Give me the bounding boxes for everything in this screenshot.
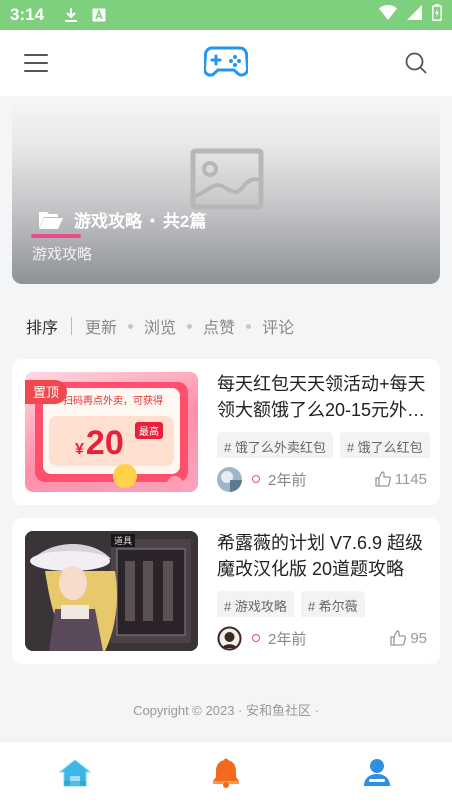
like-button[interactable]: 95 xyxy=(390,630,427,647)
bell-icon[interactable] xyxy=(196,748,256,798)
sort-bar: 排序 更新 浏览 点赞 评论 xyxy=(26,314,294,338)
download-icon xyxy=(64,7,78,23)
post-meta: 2年前 1145 xyxy=(217,466,427,492)
category-separator: • xyxy=(150,211,155,228)
a-text-icon xyxy=(92,8,106,22)
post-card: 道具 希露薇的计划 V7.6.9 超级魔改汉化版 20道题攻略 # 游戏攻略 # … xyxy=(12,518,440,664)
category-banner: 游戏攻略 • 共2篇 游戏攻略 xyxy=(12,96,440,284)
category-description: 游戏攻略 xyxy=(32,246,93,263)
post-tag[interactable]: # 饿了么红包 xyxy=(339,432,430,458)
image-placeholder-icon xyxy=(190,148,264,215)
status-time: 3:14 xyxy=(10,5,45,24)
signal-icon xyxy=(407,5,422,25)
category-underline xyxy=(31,234,81,238)
sort-option-likes[interactable]: 点赞 xyxy=(203,314,235,338)
thumbs-up-icon xyxy=(390,630,407,646)
hamburger-menu-icon[interactable] xyxy=(22,49,50,77)
thumbs-up-icon xyxy=(375,471,391,487)
status-bar: 3:14 xyxy=(0,0,452,30)
like-count: 1145 xyxy=(394,470,427,488)
thumb-amount: 20 xyxy=(85,424,124,462)
sort-label: 排序 xyxy=(26,320,59,337)
user-icon[interactable] xyxy=(347,748,407,798)
home-icon[interactable] xyxy=(45,748,105,798)
category-name: 游戏攻略 xyxy=(74,212,142,231)
thumb-badge: 道具 xyxy=(111,534,136,547)
app-header xyxy=(0,30,452,96)
thumb-amount-prefix: ¥ xyxy=(75,441,84,458)
folder-open-icon xyxy=(38,210,64,230)
bottom-navigation xyxy=(0,741,452,803)
post-tag[interactable]: # 饿了么外卖红包 xyxy=(217,432,333,458)
post-tag[interactable]: # 希尔薇 xyxy=(300,591,365,617)
like-count: 95 xyxy=(410,629,427,647)
post-thumbnail[interactable]: 扫码再点外卖，可获得 ¥ 20 最高 置顶 xyxy=(25,372,198,492)
gamepad-icon[interactable] xyxy=(202,44,250,83)
sort-option-comments[interactable]: 评论 xyxy=(262,314,294,338)
post-tag[interactable]: # 游戏攻略 xyxy=(217,591,294,617)
search-icon[interactable] xyxy=(402,49,430,77)
sort-option-update[interactable]: 更新 xyxy=(85,314,117,338)
post-thumbnail[interactable]: 道具 xyxy=(25,531,198,651)
post-title[interactable]: 希露薇的计划 V7.6.9 超级魔改汉化版 20道题攻略 xyxy=(217,530,427,582)
sort-dot xyxy=(246,323,252,329)
sort-dot xyxy=(187,323,193,329)
sort-dot xyxy=(128,323,134,329)
author-avatar[interactable] xyxy=(217,625,242,651)
post-meta: 2年前 95 xyxy=(217,625,427,651)
post-tags: # 游戏攻略 # 希尔薇 xyxy=(217,591,432,617)
post-card: 扫码再点外卖，可获得 ¥ 20 最高 置顶 每天红包天天领活动+每天领大额饿了么… xyxy=(12,359,440,505)
battery-icon xyxy=(432,4,442,26)
wifi-icon xyxy=(379,5,397,25)
category-title: 游戏攻略 • 共2篇 xyxy=(38,207,206,232)
like-button[interactable]: 1145 xyxy=(375,471,427,488)
post-time: 2年前 xyxy=(268,630,307,648)
post-time: 2年前 xyxy=(268,471,307,489)
sort-option-views[interactable]: 浏览 xyxy=(144,314,176,338)
post-title[interactable]: 每天红包天天领活动+每天领大额饿了么20-15元外卖红包 xyxy=(217,371,427,423)
online-indicator-icon xyxy=(252,634,260,642)
post-tags: # 饿了么外卖红包 # 饿了么红包 xyxy=(217,432,432,458)
category-count: 共2篇 xyxy=(162,212,207,231)
sort-divider xyxy=(71,317,73,335)
online-indicator-icon xyxy=(252,475,260,483)
copyright-text: Copyright © 2023 · 安和鱼社区 · xyxy=(133,703,319,718)
thumb-badge: 最高 xyxy=(135,422,163,439)
author-avatar[interactable] xyxy=(217,466,242,492)
thumb-caption: 扫码再点外卖，可获得 xyxy=(63,396,163,407)
pinned-badge: 置顶 xyxy=(25,380,68,404)
